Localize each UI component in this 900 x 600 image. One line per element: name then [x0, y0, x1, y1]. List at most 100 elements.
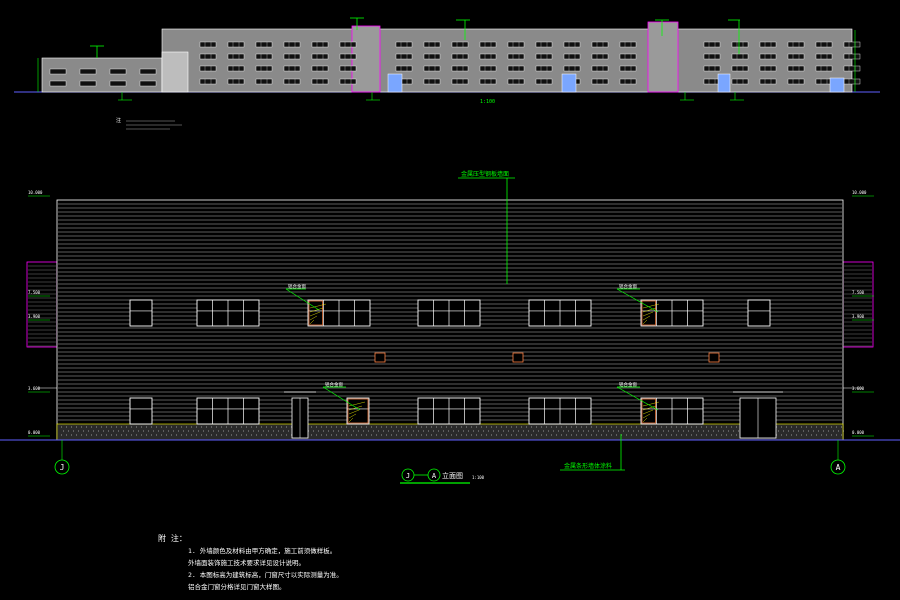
window — [129, 299, 153, 327]
plinth-dot — [711, 434, 712, 436]
top-window — [591, 41, 609, 48]
level-label: 3.900 — [852, 314, 865, 319]
level-label: 7.500 — [28, 290, 41, 295]
top-window — [787, 41, 805, 48]
plinth-dot — [196, 434, 197, 436]
plinth-dot — [173, 430, 174, 432]
plinth-dot — [711, 426, 712, 428]
title-suffix: 立面图 — [442, 471, 463, 480]
plinth-dot — [531, 434, 532, 436]
plinth-dot — [148, 430, 149, 432]
top-window — [423, 53, 441, 60]
plinth-dot — [61, 426, 62, 428]
plinth-dot — [506, 434, 507, 436]
plinth-dot — [433, 430, 434, 432]
plinth-dot — [171, 434, 172, 436]
plinth-dot — [416, 434, 417, 436]
top-window — [843, 78, 861, 85]
plinth-dot — [548, 430, 549, 432]
notes-heading: 附 注： — [158, 533, 187, 543]
plinth-dot — [496, 426, 497, 428]
plinth-dot — [383, 430, 384, 432]
plinth-dot — [546, 434, 547, 436]
plinth-dot — [78, 430, 79, 432]
top-elevation: 1:100 注 — [14, 17, 880, 130]
plinth-dot — [211, 426, 212, 428]
plinth-dot — [836, 434, 837, 436]
plinth-dot — [651, 426, 652, 428]
axis-label-right: A — [836, 463, 841, 472]
plinth-dot — [193, 430, 194, 432]
top-window — [227, 65, 245, 72]
plinth-dot — [161, 426, 162, 428]
plinth-dot — [106, 426, 107, 428]
top-window — [535, 41, 553, 48]
plinth-dot — [736, 426, 737, 428]
plinth-dot — [288, 430, 289, 432]
plinth-dot — [391, 426, 392, 428]
plinth-dot — [331, 434, 332, 436]
plinth-dot — [626, 434, 627, 436]
plinth-dot — [381, 426, 382, 428]
plinth-dot — [278, 430, 279, 432]
plinth-dot — [456, 434, 457, 436]
plinth-dot — [811, 434, 812, 436]
plinth-dot — [73, 430, 74, 432]
plinth-dot — [496, 434, 497, 436]
plinth-dot — [686, 426, 687, 428]
plinth-dot — [146, 426, 147, 428]
plinth-dot — [541, 434, 542, 436]
plinth-dot — [236, 426, 237, 428]
top-window — [591, 53, 609, 60]
plinth-dot — [516, 426, 517, 428]
plinth-dot — [386, 434, 387, 436]
plinth-dot — [606, 434, 607, 436]
top-window — [283, 53, 301, 60]
level-label: 10.000 — [28, 190, 43, 195]
plinth-dot — [533, 430, 534, 432]
plinth-dot — [406, 434, 407, 436]
plinth-dot — [486, 434, 487, 436]
callout-upper-1: 铝合金窗 — [288, 283, 306, 290]
plinth-dot — [166, 434, 167, 436]
plinth-dot — [371, 434, 372, 436]
plinth-dot — [698, 430, 699, 432]
top-window — [591, 65, 609, 72]
plinth-dot — [111, 426, 112, 428]
top-window — [759, 65, 777, 72]
plinth-dot — [506, 426, 507, 428]
plinth-dot — [588, 430, 589, 432]
plinth-dot — [456, 426, 457, 428]
top-window — [619, 78, 637, 85]
top-window — [199, 65, 217, 72]
plinth-dot — [413, 430, 414, 432]
top-window — [49, 68, 67, 75]
plinth-dot — [681, 426, 682, 428]
plinth-dot — [196, 426, 197, 428]
plinth-dot — [686, 434, 687, 436]
plinth-dot — [526, 426, 527, 428]
plinth-dot — [521, 434, 522, 436]
top-scale-label: 1:100 — [480, 99, 495, 105]
callout-upper-2: 铝合金窗 — [619, 283, 637, 290]
plinth-dot — [556, 426, 557, 428]
plinth-dot — [668, 430, 669, 432]
plinth-dot — [181, 434, 182, 436]
plinth-dot — [83, 430, 84, 432]
plinth-dot — [638, 430, 639, 432]
plinth-dot — [808, 430, 809, 432]
plinth-dot — [251, 426, 252, 428]
plinth-dot — [601, 426, 602, 428]
top-window — [563, 53, 581, 60]
plinth-dot — [498, 430, 499, 432]
plinth-dot — [691, 426, 692, 428]
plinth-dot — [813, 430, 814, 432]
plinth-dot — [671, 434, 672, 436]
plinth-dot — [811, 426, 812, 428]
plinth-dot — [843, 430, 844, 432]
top-window — [479, 78, 497, 85]
plinth-dot — [208, 430, 209, 432]
plinth-dot — [601, 434, 602, 436]
plinth-dot — [586, 434, 587, 436]
top-window — [339, 53, 357, 60]
